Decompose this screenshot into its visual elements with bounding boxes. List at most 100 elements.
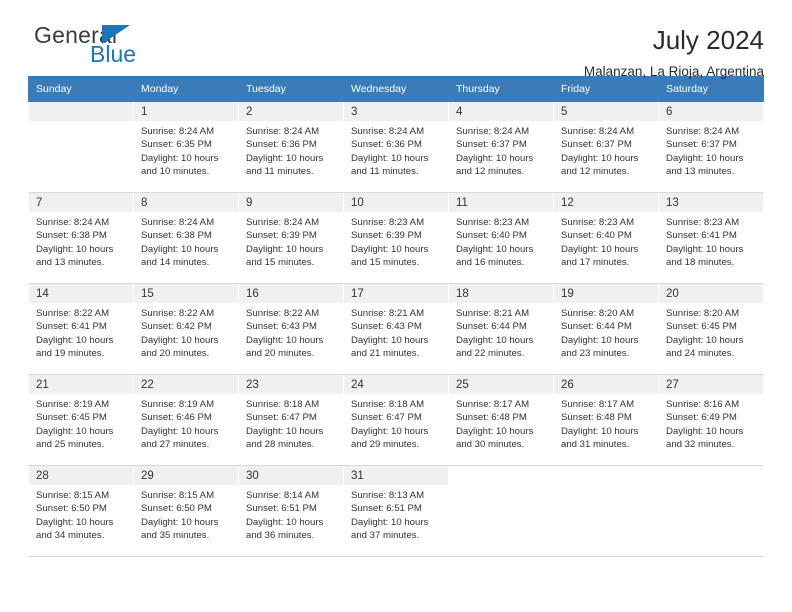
calendar-week-row: 7 Sunrise: 8:24 AM Sunset: 6:38 PM Dayli… xyxy=(28,192,764,284)
sunrise-text: Sunrise: 8:16 AM xyxy=(666,399,740,410)
day-details: Sunrise: 8:24 AM Sunset: 6:38 PM Dayligh… xyxy=(29,212,133,270)
day-cell[interactable]: 25 Sunrise: 8:17 AM Sunset: 6:48 PM Dayl… xyxy=(448,374,554,466)
day-cell[interactable]: 23 Sunrise: 8:18 AM Sunset: 6:47 PM Dayl… xyxy=(238,374,344,466)
page-header: General Blue July 2024 Malanzan, La Rioj… xyxy=(28,0,764,79)
day-cell[interactable]: 15 Sunrise: 8:22 AM Sunset: 6:42 PM Dayl… xyxy=(133,283,239,375)
day-cell[interactable] xyxy=(28,101,134,193)
title-block: July 2024 Malanzan, La Rioja, Argentina xyxy=(584,24,764,79)
day-details: Sunrise: 8:23 AM Sunset: 6:40 PM Dayligh… xyxy=(449,212,553,270)
day-number: 16 xyxy=(239,284,343,303)
daylight-text-line1: Daylight: 10 hours xyxy=(36,243,114,255)
day-cell[interactable]: 20 Sunrise: 8:20 AM Sunset: 6:45 PM Dayl… xyxy=(658,283,764,375)
day-details: Sunrise: 8:23 AM Sunset: 6:41 PM Dayligh… xyxy=(659,212,763,270)
day-cell[interactable]: 16 Sunrise: 8:22 AM Sunset: 6:43 PM Dayl… xyxy=(238,283,344,375)
day-details: Sunrise: 8:21 AM Sunset: 6:44 PM Dayligh… xyxy=(449,303,553,361)
calendar-page: General Blue July 2024 Malanzan, La Rioj… xyxy=(0,0,792,612)
day-cell[interactable]: 18 Sunrise: 8:21 AM Sunset: 6:44 PM Dayl… xyxy=(448,283,554,375)
day-details: Sunrise: 8:22 AM Sunset: 6:43 PM Dayligh… xyxy=(239,303,343,361)
daylight-text-line2: and 18 minutes. xyxy=(666,257,735,269)
daylight-text-line1: Daylight: 10 hours xyxy=(141,334,219,346)
sunset-text: Sunset: 6:45 PM xyxy=(666,321,737,333)
sunrise-text: Sunrise: 8:24 AM xyxy=(666,126,740,137)
day-cell[interactable]: 31 Sunrise: 8:13 AM Sunset: 6:51 PM Dayl… xyxy=(343,465,449,557)
page-title: July 2024 xyxy=(652,25,764,55)
calendar-header-row: Sunday Monday Tuesday Wednesday Thursday… xyxy=(28,76,764,102)
sunrise-text: Sunrise: 8:23 AM xyxy=(561,217,635,228)
day-details: Sunrise: 8:15 AM Sunset: 6:50 PM Dayligh… xyxy=(29,485,133,543)
weekday-header-saturday: Saturday xyxy=(658,76,764,102)
day-number: 19 xyxy=(554,284,658,303)
day-number: 14 xyxy=(29,284,133,303)
calendar-week-row: 21 Sunrise: 8:19 AM Sunset: 6:45 PM Dayl… xyxy=(28,374,764,466)
weekday-header-row: Sunday Monday Tuesday Wednesday Thursday… xyxy=(28,76,764,102)
day-details: Sunrise: 8:23 AM Sunset: 6:39 PM Dayligh… xyxy=(344,212,448,270)
day-cell[interactable]: 13 Sunrise: 8:23 AM Sunset: 6:41 PM Dayl… xyxy=(658,192,764,284)
day-cell[interactable]: 12 Sunrise: 8:23 AM Sunset: 6:40 PM Dayl… xyxy=(553,192,659,284)
day-number: 3 xyxy=(344,102,448,121)
weekday-header-tuesday: Tuesday xyxy=(238,76,344,102)
sunset-text: Sunset: 6:36 PM xyxy=(246,139,317,151)
day-cell[interactable]: 2 Sunrise: 8:24 AM Sunset: 6:36 PM Dayli… xyxy=(238,101,344,193)
calendar-week-row: 1 Sunrise: 8:24 AM Sunset: 6:35 PM Dayli… xyxy=(28,101,764,193)
sunrise-text: Sunrise: 8:22 AM xyxy=(141,308,215,319)
day-cell[interactable]: 24 Sunrise: 8:18 AM Sunset: 6:47 PM Dayl… xyxy=(343,374,449,466)
day-cell[interactable]: 7 Sunrise: 8:24 AM Sunset: 6:38 PM Dayli… xyxy=(28,192,134,284)
day-cell[interactable]: 3 Sunrise: 8:24 AM Sunset: 6:36 PM Dayli… xyxy=(343,101,449,193)
day-details: Sunrise: 8:24 AM Sunset: 6:35 PM Dayligh… xyxy=(134,121,238,179)
day-details: Sunrise: 8:22 AM Sunset: 6:42 PM Dayligh… xyxy=(134,303,238,361)
daylight-text-line1: Daylight: 10 hours xyxy=(246,425,324,437)
daylight-text-line2: and 35 minutes. xyxy=(141,530,210,542)
day-cell[interactable]: 17 Sunrise: 8:21 AM Sunset: 6:43 PM Dayl… xyxy=(343,283,449,375)
daylight-text-line1: Daylight: 10 hours xyxy=(561,334,639,346)
day-cell[interactable]: 21 Sunrise: 8:19 AM Sunset: 6:45 PM Dayl… xyxy=(28,374,134,466)
day-details: Sunrise: 8:24 AM Sunset: 6:37 PM Dayligh… xyxy=(449,121,553,179)
day-details: Sunrise: 8:18 AM Sunset: 6:47 PM Dayligh… xyxy=(344,394,448,452)
day-details: Sunrise: 8:19 AM Sunset: 6:46 PM Dayligh… xyxy=(134,394,238,452)
weekday-header-sunday: Sunday xyxy=(28,76,134,102)
sunrise-text: Sunrise: 8:20 AM xyxy=(666,308,740,319)
day-cell-empty xyxy=(658,465,764,557)
day-cell[interactable]: 28 Sunrise: 8:15 AM Sunset: 6:50 PM Dayl… xyxy=(28,465,134,557)
day-details: Sunrise: 8:22 AM Sunset: 6:41 PM Dayligh… xyxy=(29,303,133,361)
page-subtitle: Malanzan, La Rioja, Argentina xyxy=(583,63,764,79)
day-number: 6 xyxy=(659,102,763,121)
day-cell[interactable]: 19 Sunrise: 8:20 AM Sunset: 6:44 PM Dayl… xyxy=(553,283,659,375)
daylight-text-line2: and 32 minutes. xyxy=(666,439,735,451)
day-cell[interactable]: 14 Sunrise: 8:22 AM Sunset: 6:41 PM Dayl… xyxy=(28,283,134,375)
day-cell[interactable]: 1 Sunrise: 8:24 AM Sunset: 6:35 PM Dayli… xyxy=(133,101,239,193)
sunset-text: Sunset: 6:43 PM xyxy=(246,321,317,333)
day-cell[interactable]: 27 Sunrise: 8:16 AM Sunset: 6:49 PM Dayl… xyxy=(658,374,764,466)
day-number: 13 xyxy=(659,193,763,212)
day-cell[interactable]: 11 Sunrise: 8:23 AM Sunset: 6:40 PM Dayl… xyxy=(448,192,554,284)
day-cell[interactable]: 5 Sunrise: 8:24 AM Sunset: 6:37 PM Dayli… xyxy=(553,101,659,193)
day-number: 15 xyxy=(134,284,238,303)
day-details: Sunrise: 8:19 AM Sunset: 6:45 PM Dayligh… xyxy=(29,394,133,452)
daylight-text-line2: and 27 minutes. xyxy=(141,439,210,451)
day-cell[interactable]: 29 Sunrise: 8:15 AM Sunset: 6:50 PM Dayl… xyxy=(133,465,239,557)
sunset-text: Sunset: 6:38 PM xyxy=(36,230,107,242)
day-number: 10 xyxy=(344,193,448,212)
day-number: 4 xyxy=(449,102,553,121)
daylight-text-line1: Daylight: 10 hours xyxy=(456,152,534,164)
day-cell[interactable]: 22 Sunrise: 8:19 AM Sunset: 6:46 PM Dayl… xyxy=(133,374,239,466)
daylight-text-line1: Daylight: 10 hours xyxy=(246,334,324,346)
daylight-text-line2: and 15 minutes. xyxy=(246,257,315,269)
day-cell[interactable]: 10 Sunrise: 8:23 AM Sunset: 6:39 PM Dayl… xyxy=(343,192,449,284)
daylight-text-line1: Daylight: 10 hours xyxy=(141,425,219,437)
sunrise-text: Sunrise: 8:17 AM xyxy=(561,399,635,410)
day-cell[interactable]: 9 Sunrise: 8:24 AM Sunset: 6:39 PM Dayli… xyxy=(238,192,344,284)
daylight-text-line2: and 13 minutes. xyxy=(666,166,735,178)
day-cell[interactable]: 4 Sunrise: 8:24 AM Sunset: 6:37 PM Dayli… xyxy=(448,101,554,193)
day-cell[interactable]: 8 Sunrise: 8:24 AM Sunset: 6:38 PM Dayli… xyxy=(133,192,239,284)
general-blue-logo[interactable]: General Blue xyxy=(28,24,208,76)
day-number: 1 xyxy=(134,102,238,121)
sunrise-text: Sunrise: 8:24 AM xyxy=(246,126,320,137)
calendar-week-row: 14 Sunrise: 8:22 AM Sunset: 6:41 PM Dayl… xyxy=(28,283,764,375)
day-cell[interactable]: 26 Sunrise: 8:17 AM Sunset: 6:48 PM Dayl… xyxy=(553,374,659,466)
daylight-text-line1: Daylight: 10 hours xyxy=(561,152,639,164)
sunset-text: Sunset: 6:51 PM xyxy=(351,503,422,515)
daylight-text-line2: and 20 minutes. xyxy=(141,348,210,360)
day-cell[interactable]: 30 Sunrise: 8:14 AM Sunset: 6:51 PM Dayl… xyxy=(238,465,344,557)
day-cell[interactable]: 6 Sunrise: 8:24 AM Sunset: 6:37 PM Dayli… xyxy=(658,101,764,193)
day-details: Sunrise: 8:20 AM Sunset: 6:45 PM Dayligh… xyxy=(659,303,763,361)
